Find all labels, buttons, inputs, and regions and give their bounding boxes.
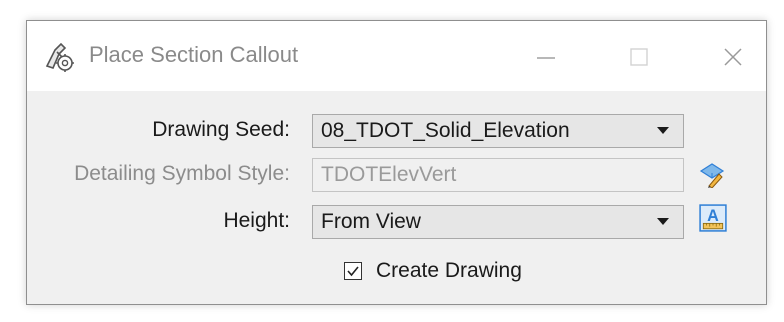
close-icon [724, 48, 742, 66]
title-bar[interactable]: Place Section Callout [27, 21, 766, 91]
minimize-button[interactable] [526, 37, 566, 77]
detailing-symbol-style-label: Detailing Symbol Style: [74, 162, 290, 185]
close-button[interactable] [713, 37, 753, 77]
chevron-down-icon[interactable] [657, 218, 669, 225]
height-value: From View [321, 210, 421, 233]
pick-style-eyedropper-icon[interactable] [699, 162, 725, 188]
place-section-callout-dialog: Place Section Callout Drawing Seed: 08_T… [26, 20, 767, 305]
page: Place Section Callout Drawing Seed: 08_T… [0, 0, 784, 322]
chevron-down-icon[interactable] [657, 127, 669, 134]
create-drawing-checkbox[interactable] [344, 262, 362, 280]
text-style-icon[interactable]: A [699, 203, 727, 233]
drawing-seed-dropdown[interactable]: 08_TDOT_Solid_Elevation [312, 114, 684, 148]
create-drawing-option[interactable]: Create Drawing [344, 259, 522, 283]
drawing-seed-value: 08_TDOT_Solid_Elevation [321, 119, 570, 142]
detailing-symbol-style-value: TDOTElevVert [321, 163, 457, 186]
maximize-icon [630, 48, 648, 66]
minimize-icon [537, 57, 555, 59]
dialog-title: Place Section Callout [89, 42, 299, 67]
checkmark-icon [347, 266, 359, 277]
height-dropdown[interactable]: From View [312, 205, 684, 239]
height-label: Height: [223, 209, 290, 232]
drawing-seed-label: Drawing Seed: [152, 118, 290, 141]
maximize-button[interactable] [619, 37, 659, 77]
place-callout-tool-icon [45, 42, 74, 72]
detailing-symbol-style-field: TDOTElevVert [312, 158, 684, 192]
create-drawing-label: Create Drawing [376, 259, 522, 282]
svg-text:A: A [707, 207, 719, 225]
